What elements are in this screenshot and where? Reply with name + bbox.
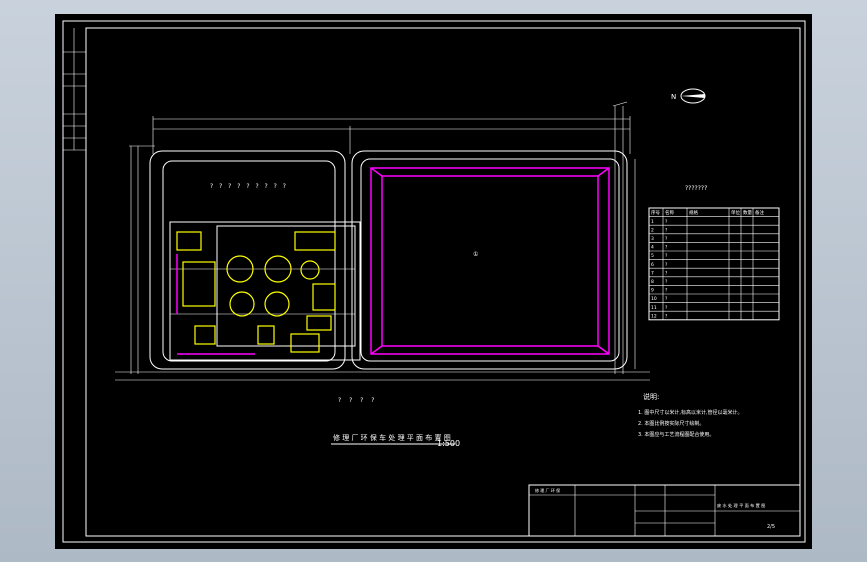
tank-round-3 [300, 260, 320, 280]
main-pond: ① [370, 167, 610, 355]
drawing-title: 修 理 厂 环 保 车 处 理 平 面 布 置 图 1:500 [331, 433, 460, 448]
tank-small-1 [176, 231, 202, 251]
site-right-road [360, 158, 620, 362]
table-cell: ? [665, 262, 668, 268]
tank-small-5 [257, 325, 275, 345]
note-1: 1. 图中尺寸以米计,标高以米计,管径以毫米计。 [638, 409, 743, 416]
upper-area-label: ? ? ? ? ? ? ? ? ? [210, 183, 288, 190]
tank-round-4 [229, 291, 255, 317]
table-cell: 1 [651, 219, 654, 225]
tank-rect-left [182, 261, 216, 307]
table-cell: ? [665, 236, 668, 242]
tank-rect-right [312, 283, 336, 311]
table-cell: ? [665, 227, 668, 233]
main-pond-label: ① [473, 251, 478, 258]
table-cell: 10 [651, 296, 657, 302]
table-cell: 7 [651, 270, 654, 276]
note-2: 2. 本图比例按实际尺寸绘制。 [638, 420, 704, 427]
equipment-table: 序号 名称 规格 单位 数量 备注 1 ? 2 ? 3 ? 4 ? 5 ? 6 ? 7 ? 8 ? 9 ? 10 ? 11 ? 12? [648, 207, 780, 321]
title-block-cell-a: 修 理 厂 环 保 [535, 487, 560, 493]
table-header-cell: 序号 [651, 209, 660, 216]
cad-drawing: N ? ? ? ? ? ? ? ? ? ① ? ? ? ? 修 理 厂 环 保 … [62, 20, 806, 543]
table-header-cell: 数量 [743, 209, 752, 216]
table-cell: 4 [651, 245, 654, 251]
title-block-sheet: 2/5 [767, 524, 775, 530]
table-border [648, 207, 780, 321]
table-title: ??????? [685, 185, 707, 192]
tank-small-2 [294, 231, 336, 251]
tank-small-4 [194, 325, 216, 345]
inner-frame [85, 27, 801, 537]
tank-small-6 [290, 333, 320, 353]
table-header-cell: 备注 [755, 209, 764, 216]
table-cell: ? [665, 270, 668, 276]
table-cell: ? [665, 313, 668, 319]
tank-round-5 [264, 291, 290, 317]
site-right-boundary [351, 150, 628, 370]
table-header-cell: 规格 [689, 209, 698, 216]
table-cell: 8 [651, 279, 654, 285]
north-arrow-icon: N [671, 88, 706, 104]
table-cell: 11 [651, 305, 657, 311]
table-cell: 6 [651, 262, 654, 268]
outer-frame [62, 20, 806, 543]
table-cell: 9 [651, 288, 654, 294]
table-cell: ? [665, 253, 668, 259]
bottom-label: ? ? ? ? [338, 397, 377, 404]
tank-small-3 [306, 315, 332, 331]
table-cell: 3 [651, 236, 654, 242]
equipment-area [169, 221, 361, 361]
note-3: 3. 本图应与工艺流程图配合使用。 [638, 431, 714, 438]
table-cell: 2 [651, 227, 654, 233]
table-cell: ? [665, 288, 668, 294]
table-cell: ? [665, 296, 668, 302]
title-block: 修 理 厂 环 保 废 水 处 理 平 面 布 置 图 2/5 [528, 484, 801, 537]
table-cell: ? [665, 245, 668, 251]
drawing-title-text: 修 理 厂 环 保 车 处 理 平 面 布 置 图 [333, 433, 451, 442]
notes: 说明: 1. 图中尺寸以米计,标高以米计,管径以毫米计。 2. 本图比例按实际尺… [638, 392, 743, 438]
table-header-cell: 单位 [731, 209, 740, 216]
notes-title: 说明: [643, 392, 659, 401]
table-header-cell: 名称 [665, 209, 674, 216]
left-title-strip [63, 28, 86, 151]
table-cell: ? [665, 219, 668, 225]
table-cell: 12 [651, 313, 657, 319]
north-label: N [671, 93, 676, 101]
table-cell: ? [665, 279, 668, 285]
cad-viewport[interactable]: N ? ? ? ? ? ? ? ? ? ① ? ? ? ? 修 理 厂 环 保 … [55, 14, 812, 549]
table-cell: 5 [651, 253, 654, 259]
table-cell: ? [665, 305, 668, 311]
title-block-drawing-name: 废 水 处 理 平 面 布 置 图 [717, 502, 765, 509]
